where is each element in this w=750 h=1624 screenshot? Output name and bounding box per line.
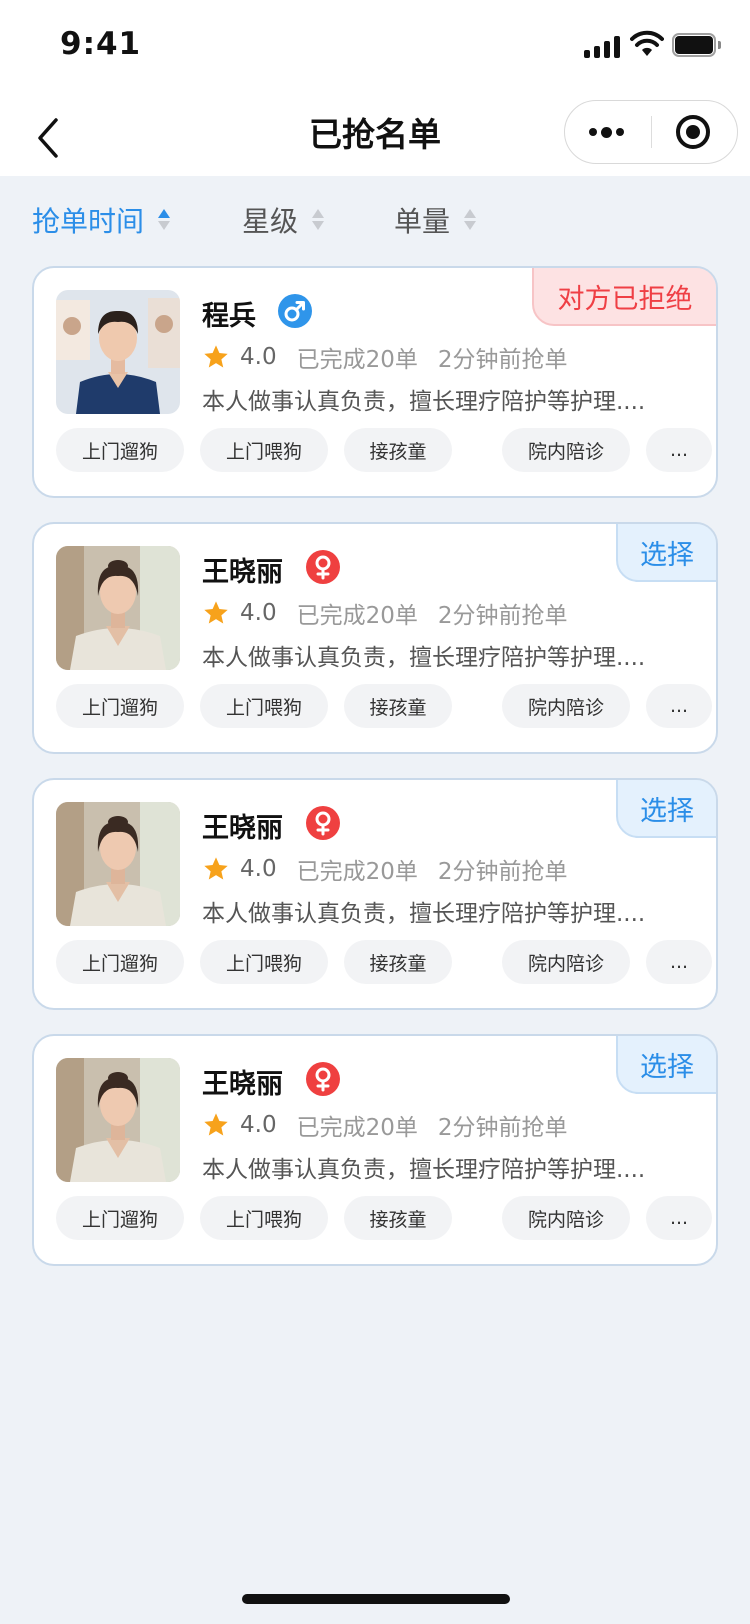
more-dots-icon[interactable]	[565, 101, 651, 163]
target-circle-icon[interactable]	[652, 101, 738, 163]
completed-orders: 已完成20单	[296, 347, 418, 373]
service-tag: ...	[646, 1196, 712, 1240]
completed-orders: 已完成20单	[296, 859, 418, 885]
completed-orders: 已完成20单	[296, 1115, 418, 1141]
status-time: 9:41	[60, 26, 142, 62]
applicant-description: 本人做事认真负责，擅长理疗陪护等护理....	[202, 645, 646, 671]
star-icon	[204, 857, 228, 880]
female-icon	[306, 1062, 340, 1096]
service-tag: 院内陪诊	[502, 940, 630, 984]
applicant-name: 王晓丽	[202, 1069, 283, 1100]
applicant-stats: 4.0 已完成20单 2分钟前抢单	[202, 596, 588, 630]
applicant-stats: 4.0 已完成20单 2分钟前抢单	[202, 340, 588, 374]
service-tag: ...	[646, 684, 712, 728]
applicant-stats: 4.0 已完成20单 2分钟前抢单	[202, 1108, 588, 1142]
service-tag: 上门喂狗	[200, 940, 328, 984]
sort-arrows-icon	[158, 207, 171, 233]
rating: 4.0	[240, 856, 277, 882]
star-icon	[204, 345, 228, 368]
sort-arrows-icon	[464, 207, 477, 233]
female-icon	[306, 550, 340, 584]
applicant-name: 王晓丽	[202, 557, 283, 588]
applicant-name: 王晓丽	[202, 813, 283, 844]
applicant-description: 本人做事认真负责，擅长理疗陪护等护理....	[202, 901, 646, 927]
applicant-description: 本人做事认真负责，擅长理疗陪护等护理....	[202, 389, 646, 415]
grab-time: 2分钟前抢单	[437, 603, 568, 629]
avatar	[56, 1058, 180, 1182]
rating: 4.0	[240, 600, 277, 626]
cellular-signal-icon	[584, 34, 622, 58]
service-tag: 上门遛狗	[56, 428, 184, 472]
back-chevron-icon[interactable]	[28, 102, 72, 162]
service-tag: 上门喂狗	[200, 428, 328, 472]
service-tag: 接孩童	[344, 684, 452, 728]
service-tag: 接孩童	[344, 428, 452, 472]
select-button[interactable]: 选择	[616, 780, 716, 838]
wifi-icon	[630, 30, 664, 56]
sort-bar: 抢单时间 星级 单量	[0, 176, 750, 264]
star-icon	[204, 1113, 228, 1136]
applicant-card[interactable]: 程兵 4.0 已完成20单 2分钟前抢单本人做事认真负责，擅长理疗陪护等护理.... 上…	[32, 266, 718, 498]
sort-by-grab-time[interactable]: 抢单时间	[32, 200, 171, 240]
sort-label: 抢单时间	[32, 205, 145, 238]
completed-orders: 已完成20单	[296, 603, 418, 629]
applicant-description: 本人做事认真负责，擅长理疗陪护等护理....	[202, 1157, 646, 1183]
service-tag: 上门喂狗	[200, 1196, 328, 1240]
avatar	[56, 290, 180, 414]
status-bar: 9:41	[0, 0, 750, 90]
mini-program-capsule	[564, 100, 738, 164]
grab-time: 2分钟前抢单	[437, 859, 568, 885]
service-tag: 上门遛狗	[56, 684, 184, 728]
service-tag: 上门遛狗	[56, 940, 184, 984]
select-button[interactable]: 选择	[616, 524, 716, 582]
service-tag: 上门喂狗	[200, 684, 328, 728]
service-tag: 院内陪诊	[502, 684, 630, 728]
sort-by-order-count[interactable]: 单量	[394, 200, 477, 240]
sort-by-star-level[interactable]: 星级	[242, 200, 325, 240]
service-tag: 院内陪诊	[502, 1196, 630, 1240]
service-tag: 院内陪诊	[502, 428, 630, 472]
avatar	[56, 802, 180, 926]
sort-label: 单量	[394, 205, 451, 238]
applicant-card[interactable]: 王晓丽 4.0 已完成20单 2分钟前抢单本人做事认真负责，擅长理疗陪护等护理....…	[32, 778, 718, 1010]
service-tag: ...	[646, 940, 712, 984]
service-tag: 接孩童	[344, 940, 452, 984]
avatar	[56, 546, 180, 670]
rating: 4.0	[240, 344, 277, 370]
male-icon	[278, 294, 312, 328]
home-indicator	[242, 1594, 510, 1604]
select-button[interactable]: 选择	[616, 1036, 716, 1094]
top-bar: 9:41 已抢名单	[0, 0, 750, 176]
applicant-stats: 4.0 已完成20单 2分钟前抢单	[202, 852, 588, 886]
rating: 4.0	[240, 1112, 277, 1138]
grab-time: 2分钟前抢单	[437, 1115, 568, 1141]
applicant-card[interactable]: 王晓丽 4.0 已完成20单 2分钟前抢单本人做事认真负责，擅长理疗陪护等护理....…	[32, 522, 718, 754]
applicant-name: 程兵	[202, 301, 256, 332]
battery-icon	[672, 33, 721, 57]
star-icon	[204, 601, 228, 624]
service-tag: 上门遛狗	[56, 1196, 184, 1240]
sort-arrows-icon	[312, 207, 325, 233]
grab-time: 2分钟前抢单	[437, 347, 568, 373]
sort-label: 星级	[242, 205, 299, 238]
service-tag: ...	[646, 428, 712, 472]
rejected-status-badge: 对方已拒绝	[532, 268, 716, 326]
nav-bar: 已抢名单	[0, 90, 750, 176]
service-tag: 接孩童	[344, 1196, 452, 1240]
female-icon	[306, 806, 340, 840]
applicant-card[interactable]: 王晓丽 4.0 已完成20单 2分钟前抢单本人做事认真负责，擅长理疗陪护等护理....…	[32, 1034, 718, 1266]
